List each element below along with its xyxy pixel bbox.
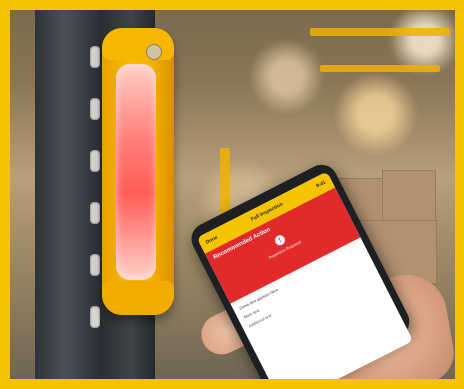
image-frame: Done Full Inspection 9:41 Recommended Ac… — [0, 0, 464, 389]
warehouse-scene: Done Full Inspection 9:41 Recommended Ac… — [10, 10, 455, 379]
rack-hole — [90, 306, 100, 328]
app-bar-done[interactable]: Done — [205, 235, 219, 246]
rack-sensor-device — [102, 28, 174, 315]
rack-hole — [90, 46, 100, 68]
shelf-beam — [310, 28, 450, 36]
rack-hole — [90, 98, 100, 120]
device-cap-bottom — [102, 281, 174, 315]
device-cap-top — [102, 28, 174, 60]
warehouse-box — [382, 170, 436, 222]
rack-hole — [90, 150, 100, 172]
device-logo — [146, 44, 162, 60]
alert-icon: ! — [273, 233, 287, 247]
rack-hole — [90, 202, 100, 224]
shelf-beam — [320, 65, 440, 72]
status-time: 9:41 — [315, 179, 327, 190]
rack-hole — [90, 254, 100, 276]
device-warning-light — [116, 64, 156, 280]
